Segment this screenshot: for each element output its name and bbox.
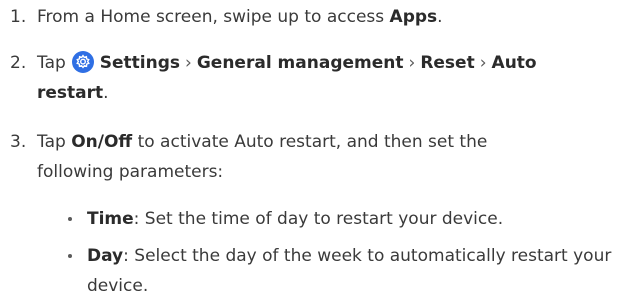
step-text: Tap Settings › General management › Reset › Au… [37, 48, 592, 108]
step-text-pre: Tap [37, 132, 72, 152]
step-number: 3. [10, 132, 27, 152]
step-text-post: . [103, 83, 109, 103]
time-description: : Set the time of day to restart your de… [133, 209, 504, 229]
step-text-pre: From a Home screen, swipe up to access [37, 7, 390, 27]
apps-label: Apps [389, 7, 438, 27]
settings-gear-icon [71, 51, 94, 73]
step-text-post: . [437, 7, 443, 27]
step-number: 2. [10, 53, 27, 73]
bullet-time: Time: Set the time of day to restart you… [68, 204, 618, 234]
on-off-label: On/Off [71, 132, 133, 152]
chevron-separator: › [185, 53, 192, 73]
reset-label: Reset [420, 53, 475, 73]
bullet-dot [68, 217, 72, 221]
bullet-dot [68, 254, 72, 258]
step-text: Tap On/Off to activate Auto restart, and… [37, 127, 557, 187]
instruction-document: 1. From a Home screen, swipe up to acces… [0, 0, 618, 304]
step-3: 3. Tap On/Off to activate Auto restart, … [0, 127, 618, 189]
bullet-text: Time: Set the time of day to restart you… [87, 204, 617, 234]
bullet-text: Day: Select the day of the week to autom… [87, 241, 617, 301]
time-label: Time [87, 209, 134, 229]
chevron-separator: › [408, 53, 416, 73]
day-description: : Select the day of the week to automati… [87, 246, 612, 296]
step-2: 2. Tap Settings › General management › Reset… [0, 48, 618, 110]
step-number: 1. [10, 7, 27, 27]
step-1: 1. From a Home screen, swipe up to acces… [0, 2, 618, 32]
chevron-separator: › [479, 53, 487, 73]
settings-label: Settings [99, 53, 181, 73]
step-text-pre: Tap [37, 53, 66, 73]
step-text: From a Home screen, swipe up to access A… [37, 2, 592, 32]
day-label: Day [87, 246, 124, 266]
general-management-label: General management [196, 53, 404, 73]
bullet-day: Day: Select the day of the week to autom… [68, 241, 618, 303]
